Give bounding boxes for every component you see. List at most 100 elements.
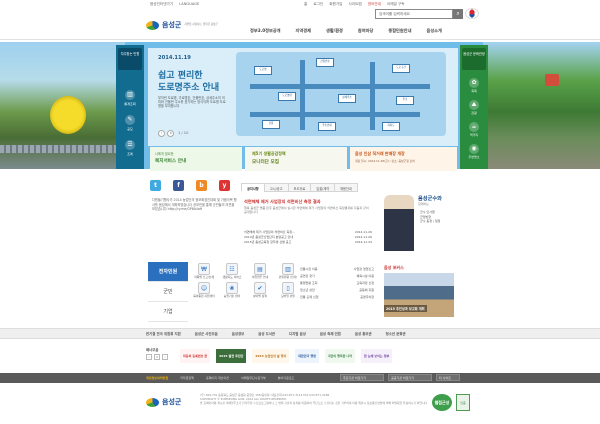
tab-citizen[interactable]: 군민 xyxy=(148,282,188,302)
gnb-item-economy[interactable]: 지역경제 xyxy=(296,28,311,34)
prev-icon[interactable]: ‹ xyxy=(146,354,152,360)
service-item[interactable]: ☺ 육아종합 지원센터 xyxy=(191,282,217,298)
footer-link-email-policy[interactable]: 이메일무단수집거부 xyxy=(241,376,266,380)
select-public[interactable]: 공공기관 바로가기 xyxy=(388,374,432,381)
focus-title[interactable]: 음성 포커스 xyxy=(384,265,404,271)
related-site-link[interactable]: 음성군 사진모음 xyxy=(195,331,218,336)
right-quick-food[interactable]: ☕ 먹거리 xyxy=(462,122,486,137)
utility-link-english[interactable]: 영어안내 xyxy=(368,2,381,7)
left-quick-title[interactable]: 자주찾는 민원 xyxy=(118,48,142,70)
gnb-item-about[interactable]: 음성소개 xyxy=(426,28,441,34)
youtube-icon[interactable]: y xyxy=(219,180,230,191)
hero-page-indicator: 1 / 10 xyxy=(178,131,189,135)
pause-icon[interactable]: ॥ xyxy=(167,130,174,137)
promo-welfare-sub: 나에게 필요한 xyxy=(155,152,174,156)
left-quick-ordinance[interactable]: ☰ 조례 xyxy=(118,140,142,156)
utility-link-subscribe[interactable]: 이메일 구독 xyxy=(387,2,405,7)
utility-link-login[interactable]: 로그인 xyxy=(313,2,323,7)
facebook-icon[interactable]: f xyxy=(173,180,184,191)
footer-link-viewer[interactable]: 뷰어다운로드 xyxy=(278,376,295,380)
banner-item[interactable]: 한 눈에 보이는 정부 xyxy=(361,349,393,363)
list-item[interactable]: 통행현황 조회 교육과정 신청 xyxy=(300,280,374,287)
promo-ginseng-desc: 개장 일시: 2014.11.28(금) / 장소: 음성군청 로비 xyxy=(355,159,415,163)
footer-link-privacy[interactable]: 개인정보처리방침 xyxy=(146,376,168,380)
search-icon[interactable]: ⌕ xyxy=(453,9,463,19)
mayor-link-schedule[interactable]: 군수 동정 / 일정 xyxy=(420,219,440,224)
banner-item[interactable]: 자동차 등록번호 판 xyxy=(180,349,211,363)
sns-feed-text[interactable]: 다원들기행사가 2014 농업인의 정보화경진대회 및 가뭄극복 행사를 음성에… xyxy=(152,198,238,212)
right-quick-tour[interactable]: ⛰ 관광 xyxy=(462,100,486,115)
service-item[interactable]: ▤ 여권업무 안내 xyxy=(247,263,273,279)
tab-press[interactable]: 보도자료 xyxy=(287,183,312,192)
prev-icon[interactable]: ‹ xyxy=(158,130,165,137)
footer-link-feedback[interactable]: 홈페이지 개선의견 xyxy=(206,376,229,380)
mobile-icon: ▯ xyxy=(282,282,294,295)
right-quick-title[interactable]: 음성군 문화관광 xyxy=(462,48,486,70)
hero-description: 부지런 도로명, 가로명호, 건물번호, 상세주소의 의미와 건물번 주소를 표… xyxy=(158,96,226,109)
service-item[interactable]: ☷ 생활지도 서비스 xyxy=(219,263,245,279)
list-item[interactable]: 청소년 상담 공동체 지원 xyxy=(300,287,374,294)
list-item[interactable]: 전통 혼례 신청 공영주차장 xyxy=(300,294,374,301)
left-quick-contest[interactable]: ✎ 공모 xyxy=(118,115,142,131)
tab-business[interactable]: 기업 xyxy=(148,302,188,322)
select-agency[interactable]: 주요기관 바로가기 xyxy=(340,374,384,381)
service-item[interactable]: ▥ 민원편람 (전자) xyxy=(275,263,301,279)
pause-icon[interactable]: ॥ xyxy=(154,354,160,360)
related-site-link[interactable]: 음성 도서관 xyxy=(258,331,275,336)
site-logo[interactable]: 음성군 자연을 사랑하는 행복한 음성군 xyxy=(146,20,236,30)
left-quick-stats[interactable]: ▥ 통계조회 xyxy=(118,90,142,106)
related-site-link[interactable]: 반기결 전국 위원회 지원 xyxy=(146,331,181,336)
map-pin-icon: ◉ xyxy=(469,144,479,154)
banner-item[interactable]: 2015 발전 추진단 xyxy=(216,349,247,363)
gnb-item-participation[interactable]: 참여마당 xyxy=(358,28,373,34)
news-headline[interactable]: 석면해체 제거 사업장의 석면비산 측정 결과 xyxy=(244,199,372,205)
service-item[interactable]: ▯ 모바일 민원 xyxy=(275,282,301,298)
right-quick-label: 축제 xyxy=(471,89,477,93)
related-site-link[interactable]: 음성 홍보관 xyxy=(355,331,372,336)
list-item[interactable]: 공연장 찾기 체육시설 이용 xyxy=(300,273,374,280)
utility-link-intranet[interactable]: 음성인터넷가기 xyxy=(150,2,173,7)
service-link: 공영주차장 xyxy=(360,295,374,299)
right-quick-festival[interactable]: ✿ 축제 xyxy=(462,78,486,93)
list-item[interactable]: 2015년 음성교육청 장학생 선발 공고 2014.11.24 xyxy=(244,240,372,245)
tab-announcement[interactable]: 고시/공고 xyxy=(263,183,289,192)
tab-recruit[interactable]: 채용안내 xyxy=(334,183,358,192)
service-item[interactable]: ✔ 분야별 정책 xyxy=(247,282,273,298)
related-site-link[interactable]: 디지털 음성 xyxy=(289,331,306,336)
footer-link-copyright[interactable]: 저작권정책 xyxy=(180,376,194,380)
related-site-link[interactable]: 음성 축제 민원 xyxy=(320,331,341,336)
blog-icon[interactable]: b xyxy=(196,180,207,191)
tour-icon: ⛰ xyxy=(469,100,479,110)
utility-link-language[interactable]: LANGUAGE xyxy=(179,2,199,7)
gnb-item-life[interactable]: 생활/환경 xyxy=(326,28,343,34)
right-quick-spots[interactable]: ◉ 주변명소 xyxy=(462,144,486,159)
service-item[interactable]: ₩ 작목별 신고/납세 xyxy=(191,263,217,279)
list-item[interactable]: 전통시장 이용 사업장 영업신고 xyxy=(300,266,374,273)
right-landscape-photo xyxy=(483,42,600,169)
road-horizontal xyxy=(250,112,420,117)
service-label: 작목별 신고/납세 xyxy=(194,275,214,279)
footer-logo: 음성군 xyxy=(146,397,181,407)
left-quick-label: 통계조회 xyxy=(124,102,136,106)
service-item[interactable]: ❀ 농업기술 센터 xyxy=(219,282,245,298)
mayor-title[interactable]: 음성군수와 xyxy=(418,195,442,202)
gnb-item-open-gov[interactable]: 정부3.0정보공개 xyxy=(250,28,281,34)
tab-bid[interactable]: 입찰/계약 xyxy=(310,183,336,192)
utility-link-home[interactable]: 홈 xyxy=(304,2,307,7)
next-icon[interactable]: › xyxy=(162,354,168,360)
gnb-item-civil-service[interactable]: 종합민원안내 xyxy=(388,28,411,34)
utility-link-join[interactable]: 회원가입 xyxy=(329,2,342,7)
service-tabs: 전자민원 군민 기업 xyxy=(148,262,188,322)
related-site-link[interactable]: 음성경보 xyxy=(232,331,244,336)
banner-item[interactable]: 대한민국 행정 xyxy=(295,349,319,363)
utility-link-sitemap[interactable]: 사이트맵 xyxy=(348,2,361,7)
banner-item[interactable]: 2015 농업인의 날 행사 xyxy=(252,349,290,363)
service-link: 통행현황 조회 xyxy=(300,281,318,285)
related-site-link[interactable]: 청소년 문화관 xyxy=(386,331,406,336)
tab-e-civil[interactable]: 전자민원 xyxy=(148,262,188,282)
twitter-icon[interactable]: t xyxy=(150,180,161,191)
tab-notice[interactable]: 공지사항 xyxy=(241,183,265,192)
banner-item[interactable]: 국민이 행복한 나라 xyxy=(324,349,356,363)
search-input[interactable]: 검색어를 입력하세요 xyxy=(375,9,453,19)
select-other[interactable]: 타 사이트 xyxy=(436,374,460,381)
